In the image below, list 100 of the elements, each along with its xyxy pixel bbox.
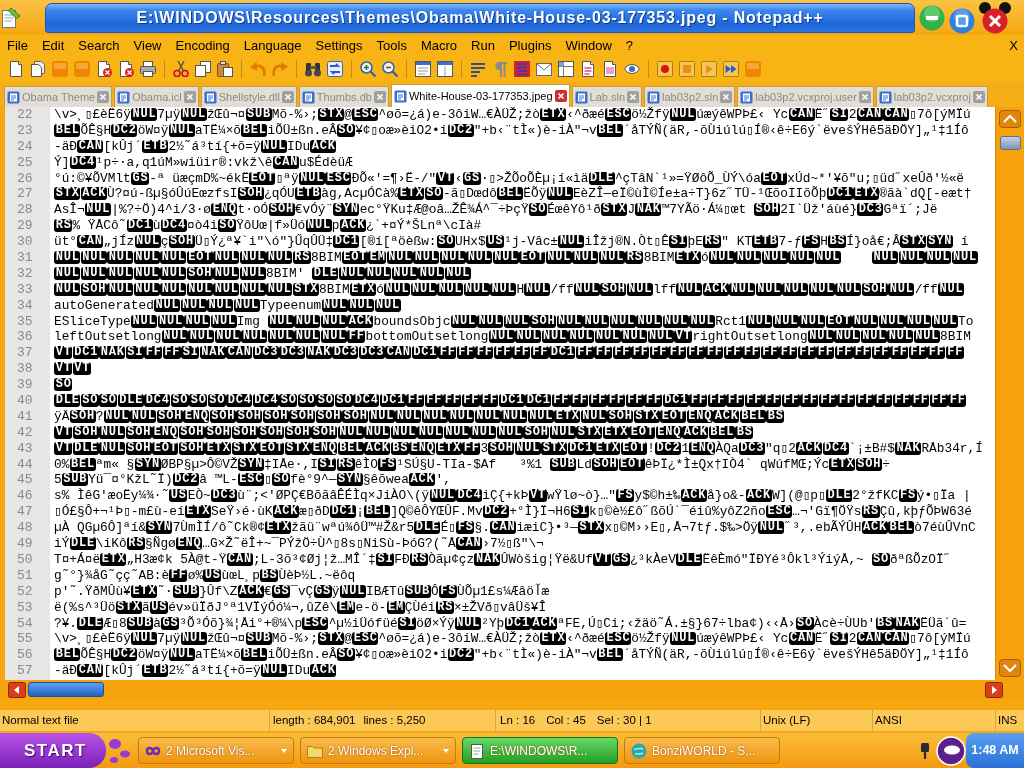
line-number: 25	[16, 154, 34, 171]
line-number: 45	[16, 472, 34, 489]
line-number: 31	[16, 250, 34, 266]
tile-icon[interactable]	[74, 61, 90, 77]
menu-item[interactable]: Window	[558, 35, 619, 56]
code-line: 5SUBYü¯¤°KžL˜Ï)DC2â ™L-ESC▯SOfè°9^—SYN§êõweaACK′,	[54, 472, 452, 488]
scroll-down-button[interactable]	[999, 659, 1021, 677]
code-line: -äÐCAN[kÛj´ETB2½˜á³tí{+õ=ÿNULIDuACK	[54, 663, 338, 680]
scroll-thumb[interactable]	[999, 136, 1021, 150]
tile-icon[interactable]	[52, 61, 68, 77]
code-line: ë(%s^³ÜöSTXãUSév»üÏðJ°ª1VÏýÓó¼¬,ûZê\EMe-ö-EMÇÙéiRS×±ŽVð▯vâÜš¥Î	[54, 599, 548, 616]
scroll-right-button[interactable]	[985, 681, 1003, 698]
menu-item[interactable]: Plugins	[501, 35, 559, 56]
close-icon[interactable]	[97, 91, 110, 103]
window-title: E:\WINDOWS\Resources\Themes\Obama\White-House-03-177353.jpeg - Notepad++	[136, 7, 824, 28]
page-close-icon[interactable]	[118, 61, 134, 77]
status-text: Unix (LF)	[763, 712, 811, 728]
clock: 1:48 AM	[966, 733, 1024, 768]
minimize-button[interactable]	[919, 4, 945, 31]
close-icon[interactable]	[858, 91, 871, 103]
window-icon[interactable]	[415, 61, 431, 77]
line-number: 41	[16, 408, 34, 425]
status-text: ANSI	[875, 712, 902, 728]
menu-item[interactable]: Macro	[413, 35, 465, 56]
close-icon[interactable]	[554, 90, 567, 102]
menu-item[interactable]: Edit	[34, 35, 72, 56]
close-icon[interactable]	[720, 91, 733, 103]
page-icon[interactable]	[8, 61, 24, 77]
line-number: 46	[16, 488, 34, 505]
code-line: BELÕÊ§HDC2öW¤ÿNULaTË¼×õBELiÕÜ±ßn.eÂSO¥¢▯oæ»èiO2•iDC2"+b‹¨tÌ«)è-iÀ"¬vBEL´åTÝÑ(äR,-õÙiúlú▯Í®‹ê÷E6ý`ëvešÝHê5äÐÖY]„¹‡1Íô	[54, 122, 970, 139]
line-number: 48	[16, 520, 34, 537]
scroll-left-button[interactable]	[8, 681, 26, 698]
printer-icon[interactable]	[140, 61, 156, 77]
close-icon[interactable]	[281, 91, 294, 103]
menu-item[interactable]: Search	[71, 35, 127, 56]
eye-icon[interactable]	[624, 61, 640, 77]
page-icon[interactable]	[602, 61, 618, 77]
close-icon[interactable]	[972, 91, 985, 103]
code-line: BELÕÊ§HDC2öW¤ÿNULaTË¼×õBELiÕÜ±ßn.eÂSO¥¢▯oæ»èiO2•iDC2"+b‹¨tÌ«)è-iÀ"¬vBEL´åTÝÑ(äR,-õÙiúlú▯Í®‹ê÷E6ý`ëvešÝHê5äÐÖY]„¹‡1Íô	[54, 647, 970, 663]
pages-icon[interactable]	[30, 61, 46, 77]
code-line: ▯Ó£§Ô+¬¹Þ▯-m£ù-eíETXSeŸ›é·ùKACKæ▯ðDDC1¡BEL]Q©êÔYŒÛF.MvDC2+°Ì}Ï¬H6SIk▯©è½£ô˝ßõÚ`¯éiû%yôZ2ñoESC…¬′Gï¶ÖŸsRSÇû,kþƒÕÞW63é	[54, 504, 973, 520]
line-number: 44	[16, 456, 34, 473]
file-icon	[203, 90, 217, 104]
status-text: length : 684,901	[273, 712, 356, 728]
swap-arrows-icon[interactable]	[327, 61, 343, 77]
file-icon	[574, 90, 588, 104]
line-number: 52	[16, 583, 34, 600]
panel-icon[interactable]	[558, 61, 574, 77]
code-line: -äÐCAN[kÛj´ETB2½˜á³tí{+õ=ÿNULIDuACK	[54, 138, 338, 155]
file-icon	[878, 90, 892, 104]
line-number: 27	[16, 186, 34, 203]
scroll-thumb[interactable]	[28, 682, 104, 697]
text-lines-icon[interactable]	[470, 61, 486, 77]
menu-item[interactable]: Run	[464, 35, 502, 56]
menu-item[interactable]: Language	[236, 35, 309, 56]
page-close-icon[interactable]	[96, 61, 112, 77]
status-text: INS	[998, 712, 1018, 728]
line-number: 54	[16, 615, 34, 632]
file-icon	[647, 90, 661, 104]
menu-item[interactable]: View	[126, 35, 169, 56]
close-document-button[interactable]: X	[1009, 35, 1018, 56]
record-icon[interactable]	[657, 61, 673, 77]
close-icon[interactable]	[627, 91, 640, 103]
status-text: Sel : 30 | 1	[596, 712, 652, 728]
close-icon[interactable]	[373, 91, 386, 103]
page-icon[interactable]	[580, 61, 596, 77]
lines-tile-icon[interactable]	[514, 61, 530, 77]
line-number: 36	[16, 329, 34, 346]
menu-item[interactable]: ?	[618, 35, 641, 56]
tab[interactable]: White-House-03-177353.jpeg	[390, 84, 570, 107]
window-icon[interactable]	[437, 61, 453, 77]
file-icon	[7, 90, 20, 104]
menu-item[interactable]: File	[0, 35, 35, 56]
code-line: RS% ŸÅCô˜DC1ùDC4¤ò4iSOŸôUœ|f»ÜóNULpACK¿`+¤Ý*ŠLnª\cIà#	[54, 218, 483, 234]
status-text: Ln : 16	[500, 712, 536, 728]
zoom-out-icon[interactable]	[382, 61, 398, 77]
line-number: 39	[16, 377, 34, 394]
copy-icon[interactable]	[195, 61, 211, 77]
line-number: 37	[16, 345, 34, 362]
restore-button[interactable]	[949, 7, 975, 34]
line-number: 43	[16, 440, 34, 457]
close-icon[interactable]	[183, 91, 196, 103]
code-line: Ý]DC4¹p÷·a,q1úM»wiüir®:vkž\êCANu$ÉdèüÆ	[54, 154, 354, 171]
menu-item[interactable]: Settings	[308, 35, 370, 56]
binoculars-icon[interactable]	[305, 61, 321, 77]
scissors-icon[interactable]	[173, 61, 189, 77]
close-button[interactable]	[979, 1, 1011, 34]
clipboard-icon[interactable]	[217, 61, 233, 77]
tile-icon[interactable]	[745, 61, 761, 77]
menu-item[interactable]: Encoding	[168, 35, 237, 56]
fast-forward-icon[interactable]	[723, 61, 739, 77]
line-number: 33	[16, 281, 34, 298]
zoom-in-icon[interactable]	[360, 61, 376, 77]
scroll-up-button[interactable]	[999, 110, 1021, 128]
disc-icon[interactable]	[936, 735, 966, 766]
start-button[interactable]: START	[0, 733, 106, 768]
envelope-icon[interactable]	[536, 61, 552, 77]
file-icon	[301, 90, 315, 104]
menu-item[interactable]: Tools	[369, 35, 414, 56]
plug-icon[interactable]	[920, 742, 930, 759]
